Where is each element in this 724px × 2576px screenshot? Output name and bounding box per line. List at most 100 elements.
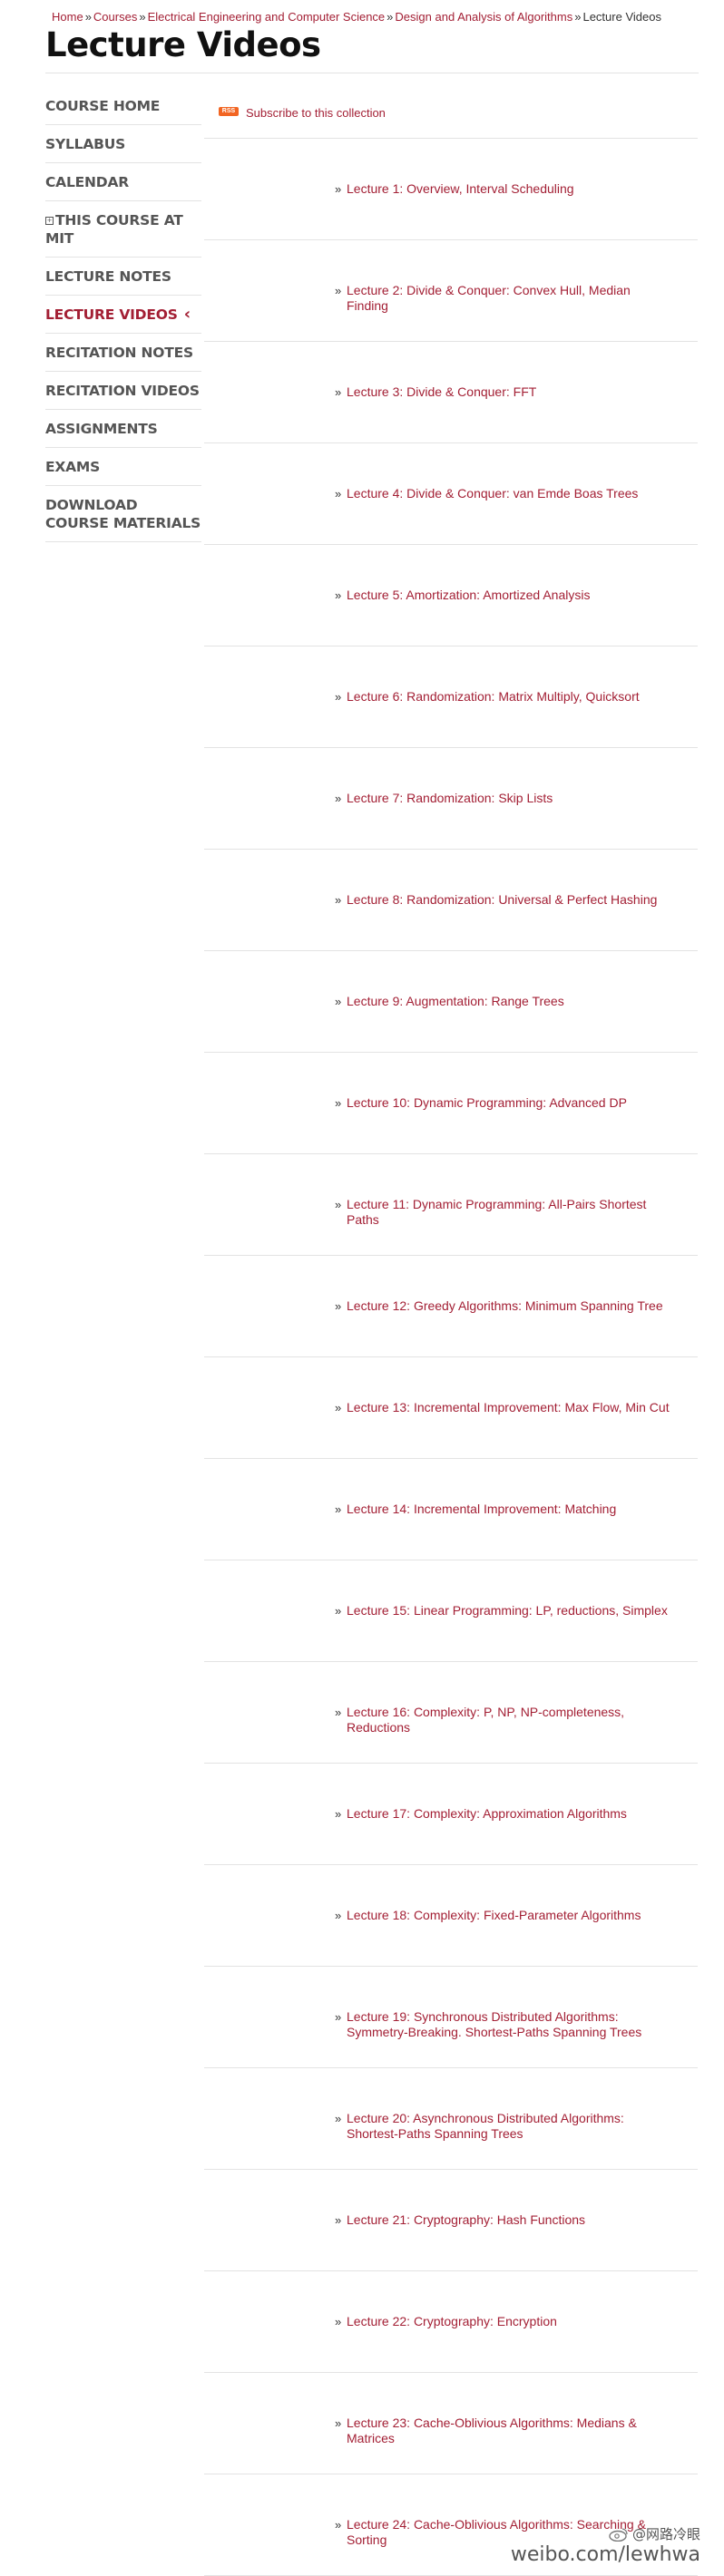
lecture-link[interactable]: Lecture 10: Dynamic Programming: Advance… bbox=[347, 1095, 673, 1111]
lecture-item: » Lecture 12: Greedy Algorithms: Minimum … bbox=[204, 1256, 698, 1357]
lecture-list: RSS Subscribe to this collection » Lectur… bbox=[204, 91, 698, 2576]
lecture-item: » Lecture 7: Randomization: Skip Lists bbox=[204, 748, 698, 850]
bullet-icon: » bbox=[335, 1096, 342, 1110]
lecture-item: » Lecture 18: Complexity: Fixed-Parameter… bbox=[204, 1865, 698, 1967]
bullet-icon: » bbox=[335, 2518, 342, 2532]
bullet-icon: » bbox=[335, 995, 342, 1008]
lecture-link[interactable]: Lecture 12: Greedy Algorithms: Minimum S… bbox=[347, 1298, 673, 1314]
sidebar-item-recitation-notes[interactable]: Recitation Notes bbox=[45, 334, 201, 372]
expand-icon: + bbox=[45, 217, 54, 225]
lecture-item: » Lecture 9: Augmentation: Range Trees bbox=[204, 951, 698, 1053]
bullet-icon: » bbox=[335, 792, 342, 805]
lecture-rows: » Lecture 1: Overview, Interval Schedulin… bbox=[204, 139, 698, 2576]
bullet-icon: » bbox=[335, 1502, 342, 1516]
lecture-link[interactable]: Lecture 3: Divide & Conquer: FFT bbox=[347, 384, 673, 400]
lecture-item: » Lecture 11: Dynamic Programming: All-Pa… bbox=[204, 1154, 698, 1256]
sidebar-item-recitation-videos[interactable]: Recitation Videos bbox=[45, 372, 201, 410]
lecture-link[interactable]: Lecture 14: Incremental Improvement: Mat… bbox=[347, 1502, 673, 1517]
breadcrumb-courses[interactable]: Courses bbox=[93, 10, 137, 24]
bullet-icon: » bbox=[335, 2112, 342, 2125]
sidebar-item-calendar[interactable]: Calendar bbox=[45, 163, 201, 201]
lecture-item: » Lecture 15: Linear Programming: LP, red… bbox=[204, 1560, 698, 1662]
lecture-item: » Lecture 14: Incremental Improvement: Ma… bbox=[204, 1459, 698, 1560]
lecture-link[interactable]: Lecture 4: Divide & Conquer: van Emde Bo… bbox=[347, 486, 673, 501]
rss-icon[interactable]: RSS bbox=[219, 107, 239, 116]
lecture-link[interactable]: Lecture 1: Overview, Interval Scheduling bbox=[347, 181, 673, 197]
watermark-handle-row: @网路冷眼 bbox=[511, 2524, 700, 2543]
breadcrumb-separator: » bbox=[84, 10, 92, 24]
sidebar-item-course-home[interactable]: Course Home bbox=[45, 87, 201, 125]
lecture-item: » Lecture 4: Divide & Conquer: van Emde B… bbox=[204, 443, 698, 545]
breadcrumb-separator: » bbox=[386, 10, 394, 24]
sidebar-item-lecture-videos[interactable]: Lecture Videos ‹ bbox=[45, 296, 201, 334]
lecture-item: » Lecture 21: Cryptography: Hash Function… bbox=[204, 2170, 698, 2271]
page-title: Lecture Videos bbox=[45, 25, 321, 64]
breadcrumb-department[interactable]: Electrical Engineering and Computer Scie… bbox=[148, 10, 386, 24]
breadcrumb: Home» Courses» Electrical Engineering and … bbox=[52, 10, 661, 24]
lecture-item: » Lecture 5: Amortization: Amortized Anal… bbox=[204, 545, 698, 646]
bullet-icon: » bbox=[335, 2416, 342, 2430]
breadcrumb-separator: » bbox=[139, 10, 146, 24]
lecture-link[interactable]: Lecture 22: Cryptography: Encryption bbox=[347, 2314, 673, 2329]
bullet-icon: » bbox=[335, 588, 342, 602]
course-sidebar: Course Home Syllabus Calendar + This Cour… bbox=[45, 87, 201, 542]
lecture-item: » Lecture 8: Randomization: Universal & P… bbox=[204, 850, 698, 951]
lecture-link[interactable]: Lecture 8: Randomization: Universal & Pe… bbox=[347, 892, 673, 908]
lecture-link[interactable]: Lecture 23: Cache-Oblivious Algorithms: … bbox=[347, 2416, 673, 2446]
sidebar-item-lecture-notes[interactable]: Lecture Notes bbox=[45, 258, 201, 296]
lecture-link[interactable]: Lecture 2: Divide & Conquer: Convex Hull… bbox=[347, 283, 673, 314]
lecture-item: » Lecture 16: Complexity: P, NP, NP-compl… bbox=[204, 1662, 698, 1764]
lecture-item: » Lecture 19: Synchronous Distributed Alg… bbox=[204, 1967, 698, 2068]
sidebar-item-this-course-at-mit[interactable]: + This Course at MIT bbox=[45, 201, 201, 258]
bullet-icon: » bbox=[335, 1706, 342, 1719]
bullet-icon: » bbox=[335, 284, 342, 297]
lecture-link[interactable]: Lecture 21: Cryptography: Hash Functions bbox=[347, 2212, 673, 2228]
lecture-link[interactable]: Lecture 18: Complexity: Fixed-Parameter … bbox=[347, 1908, 673, 1923]
sidebar-item-label: This Course at MIT bbox=[45, 212, 183, 247]
weibo-icon bbox=[609, 2527, 628, 2542]
breadcrumb-separator: » bbox=[574, 10, 582, 24]
sidebar-item-assignments[interactable]: Assignments bbox=[45, 410, 201, 448]
lecture-link[interactable]: Lecture 5: Amortization: Amortized Analy… bbox=[347, 588, 673, 603]
sidebar-item-syllabus[interactable]: Syllabus bbox=[45, 125, 201, 163]
lecture-item: » Lecture 23: Cache-Oblivious Algorithms:… bbox=[204, 2373, 698, 2474]
bullet-icon: » bbox=[335, 1909, 342, 1922]
watermark-site: weibo.com/lewhwa bbox=[510, 2543, 700, 2566]
sidebar-item-exams[interactable]: Exams bbox=[45, 448, 201, 486]
lecture-link[interactable]: Lecture 15: Linear Programming: LP, redu… bbox=[347, 1603, 673, 1619]
lecture-link[interactable]: Lecture 6: Randomization: Matrix Multipl… bbox=[347, 689, 673, 705]
lecture-item: » Lecture 2: Divide & Conquer: Convex Hul… bbox=[204, 240, 698, 342]
bullet-icon: » bbox=[335, 2315, 342, 2328]
bullet-icon: » bbox=[335, 1401, 342, 1414]
lecture-link[interactable]: Lecture 9: Augmentation: Range Trees bbox=[347, 994, 673, 1009]
lecture-link[interactable]: Lecture 17: Complexity: Approximation Al… bbox=[347, 1806, 673, 1822]
bullet-icon: » bbox=[335, 1299, 342, 1313]
lecture-item: » Lecture 20: Asynchronous Distributed Al… bbox=[204, 2068, 698, 2170]
lecture-link[interactable]: Lecture 19: Synchronous Distributed Algo… bbox=[347, 2009, 673, 2040]
lecture-link[interactable]: Lecture 13: Incremental Improvement: Max… bbox=[347, 1400, 673, 1415]
breadcrumb-current: Lecture Videos bbox=[582, 10, 661, 24]
bullet-icon: » bbox=[335, 1807, 342, 1821]
lecture-link[interactable]: Lecture 16: Complexity: P, NP, NP-comple… bbox=[347, 1705, 673, 1735]
bullet-icon: » bbox=[335, 2010, 342, 2024]
breadcrumb-course[interactable]: Design and Analysis of Algorithms bbox=[395, 10, 572, 24]
breadcrumb-home[interactable]: Home bbox=[52, 10, 83, 24]
bullet-icon: » bbox=[335, 893, 342, 907]
sidebar-item-download-course-materials[interactable]: Download Course Materials bbox=[45, 486, 201, 542]
sidebar-item-label: Lecture Videos bbox=[45, 306, 178, 323]
bullet-icon: » bbox=[335, 2213, 342, 2227]
lecture-item: » Lecture 10: Dynamic Programming: Advanc… bbox=[204, 1053, 698, 1154]
rss-subscribe-link[interactable]: Subscribe to this collection bbox=[246, 106, 386, 120]
lecture-link[interactable]: Lecture 7: Randomization: Skip Lists bbox=[347, 791, 673, 806]
chevron-left-icon: ‹ bbox=[183, 305, 191, 324]
rss-subscribe: RSS Subscribe to this collection bbox=[204, 91, 698, 139]
lecture-item: » Lecture 17: Complexity: Approximation A… bbox=[204, 1764, 698, 1865]
bullet-icon: » bbox=[335, 1604, 342, 1618]
lecture-link[interactable]: Lecture 11: Dynamic Programming: All-Pai… bbox=[347, 1197, 673, 1228]
bullet-icon: » bbox=[335, 385, 342, 399]
lecture-item: » Lecture 6: Randomization: Matrix Multip… bbox=[204, 646, 698, 748]
lecture-link[interactable]: Lecture 20: Asynchronous Distributed Alg… bbox=[347, 2111, 673, 2142]
bullet-icon: » bbox=[335, 690, 342, 704]
bullet-icon: » bbox=[335, 487, 342, 501]
bullet-icon: » bbox=[335, 182, 342, 196]
